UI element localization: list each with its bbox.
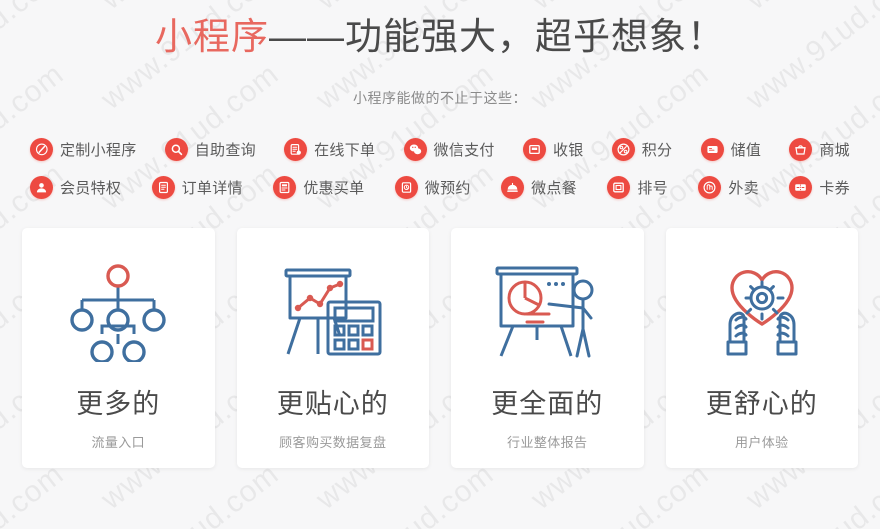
feature-card-subtitle: 顾客购买数据复盘 [279, 435, 387, 451]
page-title-accent: 小程序 [155, 16, 269, 57]
feature-card-title: 更舒心的 [705, 389, 818, 420]
page-title-rest: ——功能强大，超乎想象！ [269, 16, 725, 57]
feature-chip[interactable]: 定制小程序 [30, 137, 137, 161]
pen-customize-icon [30, 137, 53, 161]
coupon-card-icon [789, 175, 813, 199]
order-detail-icon [151, 175, 175, 199]
feature-card[interactable]: 更全面的行业整体报告 [451, 228, 644, 469]
feature-chip-label: 订单详情 [181, 179, 243, 197]
feature-chip[interactable]: 外卖 [698, 175, 759, 199]
feature-chip-label: 微点餐 [531, 179, 577, 197]
feature-card[interactable]: 更贴心的顾客购买数据复盘 [236, 228, 429, 469]
feature-card-subtitle: 流量入口 [91, 435, 146, 451]
feature-chip[interactable]: 会员特权 [30, 175, 122, 199]
presenter-piechart-illustration [491, 260, 603, 364]
hands-heart-gear-illustration [706, 260, 818, 364]
feature-card[interactable]: 更多的 流量入口 [22, 228, 215, 469]
discount-bill-icon [273, 175, 297, 199]
feature-chip-grid: 定制小程序 自助查询 在线下单 微信支付 收银 积分 储值 商城 会员特权 订单详情 优惠买单 微预… [0, 130, 880, 206]
feature-card-title: 更全面的 [491, 389, 604, 420]
feature-chip[interactable]: 排号 [607, 175, 668, 199]
feature-chip-row-1: 定制小程序 自助查询 在线下单 微信支付 收银 积分 储值 商城 [30, 130, 850, 168]
feature-chip-label: 外卖 [728, 179, 759, 197]
feature-chip[interactable]: 微预约 [394, 175, 471, 199]
feature-chip-row-2: 会员特权 订单详情 优惠买单 微预约 微点餐 排号 外卖 卡券 [30, 168, 850, 206]
feature-chip-label: 优惠买单 [303, 179, 365, 197]
cash-register-icon [522, 137, 546, 161]
wechat-pay-icon [403, 137, 427, 161]
feature-chip[interactable]: 商城 [789, 137, 850, 161]
feature-card-title: 更多的 [76, 389, 161, 420]
feature-chip-label: 排号 [637, 179, 668, 197]
feature-chip[interactable]: 积分 [611, 137, 673, 161]
feature-chip[interactable]: 储值 [700, 137, 762, 161]
feature-card-subtitle: 用户体验 [734, 435, 789, 451]
feature-chip[interactable]: 订单详情 [151, 175, 243, 199]
feature-chip-label: 储值 [730, 141, 762, 159]
flipchart-calculator-illustration [278, 260, 388, 364]
queue-number-icon [607, 175, 631, 199]
feature-chip-label: 商城 [819, 141, 850, 159]
takeout-icon [698, 175, 722, 199]
shop-basket-icon [789, 137, 813, 161]
page-root: www.91ud.com www.91ud.com www.91ud.com www.… [0, 0, 880, 529]
feature-chip-label: 微信支付 [433, 141, 495, 159]
feature-chip[interactable]: 自助查询 [164, 137, 256, 161]
page-header: 小程序——功能强大，超乎想象！ 小程序能做的不止于这些： [0, 0, 880, 108]
feature-chip-label: 卡券 [819, 179, 850, 197]
feature-card-subtitle: 行业整体报告 [507, 435, 588, 451]
feature-card-title: 更贴心的 [276, 389, 389, 420]
feature-chip[interactable]: 收银 [522, 137, 584, 161]
feature-chip-label: 在线下单 [314, 141, 376, 159]
feature-chip[interactable]: 卡券 [789, 175, 850, 199]
feature-chip[interactable]: 在线下单 [284, 137, 376, 161]
feature-chip-label: 定制小程序 [60, 141, 137, 159]
feature-chip-label: 微预约 [424, 179, 471, 197]
stored-value-icon [700, 137, 724, 161]
feature-chip[interactable]: 微信支付 [403, 137, 495, 161]
feature-card-row: 更多的 流量入口 更贴心的 顾客购买数据复盘 更全面的 行业整体报告 更舒心的 用户体验 [0, 228, 880, 469]
search-icon [164, 137, 188, 161]
feature-chip-label: 自助查询 [194, 141, 256, 159]
page-subtitle: 小程序能做的不止于这些： [353, 90, 527, 107]
feature-chip-label: 会员特权 [60, 179, 122, 197]
feature-chip-label: 收银 [552, 141, 584, 159]
page-title: 小程序——功能强大，超乎想象！ [0, 14, 880, 60]
member-privilege-icon [30, 175, 53, 199]
food-order-icon [501, 175, 525, 199]
feature-chip[interactable]: 微点餐 [501, 175, 577, 199]
appointment-icon [394, 175, 418, 199]
org-tree-illustration [66, 260, 170, 364]
points-icon [611, 137, 635, 161]
feature-chip-label: 积分 [641, 141, 673, 159]
feature-chip[interactable]: 优惠买单 [273, 175, 365, 199]
order-online-icon [284, 137, 308, 161]
feature-card[interactable]: 更舒心的 用户体验 [665, 228, 858, 469]
